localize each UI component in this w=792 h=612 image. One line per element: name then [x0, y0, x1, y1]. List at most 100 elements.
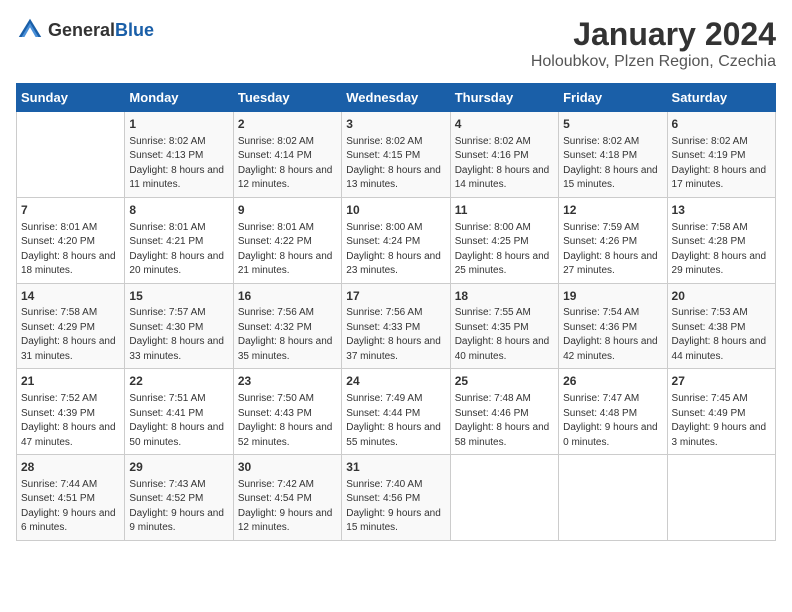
day-number: 12	[563, 202, 662, 219]
calendar-cell: 6 Sunrise: 8:02 AMSunset: 4:19 PMDaylight…	[667, 112, 775, 198]
day-number: 7	[21, 202, 120, 219]
calendar-cell: 31 Sunrise: 7:40 AMSunset: 4:56 PMDayligh…	[342, 455, 450, 541]
day-info: Sunrise: 8:01 AMSunset: 4:20 PMDaylight:…	[21, 221, 120, 279]
day-number: 16	[238, 288, 337, 305]
day-number: 30	[238, 459, 337, 476]
day-number: 13	[672, 202, 771, 219]
day-info: Sunrise: 8:02 AMSunset: 4:14 PMDaylight:…	[238, 135, 337, 193]
day-info: Sunrise: 8:02 AMSunset: 4:15 PMDaylight:…	[346, 135, 445, 193]
calendar-cell: 20Sunrise: 7:53 AMSunset: 4:38 PMDayligh…	[667, 283, 775, 369]
calendar-cell: 26Sunrise: 7:47 AMSunset: 4:48 PMDayligh…	[559, 369, 667, 455]
calendar-cell	[450, 455, 558, 541]
day-number: 3	[346, 116, 445, 133]
calendar-week-row: 7 Sunrise: 8:01 AMSunset: 4:20 PMDaylight…	[17, 197, 776, 283]
calendar-cell: 22 Sunrise: 7:51 AMSunset: 4:41 PMDayligh…	[125, 369, 233, 455]
calendar-cell: 24 Sunrise: 7:49 AMSunset: 4:44 PMDayligh…	[342, 369, 450, 455]
day-header-tuesday: Tuesday	[233, 84, 341, 112]
calendar-cell: 9 Sunrise: 8:01 AMSunset: 4:22 PMDaylight…	[233, 197, 341, 283]
day-number: 24	[346, 373, 445, 390]
calendar-table: SundayMondayTuesdayWednesdayThursdayFrid…	[16, 83, 776, 541]
day-info: Sunrise: 7:58 AMSunset: 4:28 PMDaylight:…	[672, 221, 771, 279]
day-info: Sunrise: 7:52 AMSunset: 4:39 PMDaylight:…	[21, 392, 120, 450]
day-info: Sunrise: 7:51 AMSunset: 4:41 PMDaylight:…	[129, 392, 228, 450]
day-number: 6	[672, 116, 771, 133]
day-number: 23	[238, 373, 337, 390]
calendar-cell: 30 Sunrise: 7:42 AMSunset: 4:54 PMDayligh…	[233, 455, 341, 541]
calendar-cell: 4 Sunrise: 8:02 AMSunset: 4:16 PMDaylight…	[450, 112, 558, 198]
calendar-cell: 16Sunrise: 7:56 AMSunset: 4:32 PMDayligh…	[233, 283, 341, 369]
day-number: 20	[672, 288, 771, 305]
day-info: Sunrise: 8:02 AMSunset: 4:18 PMDaylight:…	[563, 135, 662, 193]
calendar-cell	[17, 112, 125, 198]
main-title: January 2024	[531, 16, 776, 53]
calendar-cell: 7 Sunrise: 8:01 AMSunset: 4:20 PMDaylight…	[17, 197, 125, 283]
day-info: Sunrise: 7:53 AMSunset: 4:38 PMDaylight:…	[672, 306, 771, 364]
day-info: Sunrise: 8:02 AMSunset: 4:13 PMDaylight:…	[129, 135, 228, 193]
calendar-cell: 5Sunrise: 8:02 AMSunset: 4:18 PMDaylight…	[559, 112, 667, 198]
day-number: 10	[346, 202, 445, 219]
day-info: Sunrise: 7:54 AMSunset: 4:36 PMDaylight:…	[563, 306, 662, 364]
day-info: Sunrise: 8:02 AMSunset: 4:16 PMDaylight:…	[455, 135, 554, 193]
day-info: Sunrise: 8:00 AMSunset: 4:25 PMDaylight:…	[455, 221, 554, 279]
title-block: January 2024 Holoubkov, Plzen Region, Cz…	[531, 16, 776, 71]
day-info: Sunrise: 7:48 AMSunset: 4:46 PMDaylight:…	[455, 392, 554, 450]
calendar-cell: 15Sunrise: 7:57 AMSunset: 4:30 PMDayligh…	[125, 283, 233, 369]
calendar-cell: 23 Sunrise: 7:50 AMSunset: 4:43 PMDayligh…	[233, 369, 341, 455]
day-number: 27	[672, 373, 771, 390]
day-header-saturday: Saturday	[667, 84, 775, 112]
day-info: Sunrise: 8:02 AMSunset: 4:19 PMDaylight:…	[672, 135, 771, 193]
calendar-cell	[559, 455, 667, 541]
calendar-cell: 21 Sunrise: 7:52 AMSunset: 4:39 PMDayligh…	[17, 369, 125, 455]
day-info: Sunrise: 7:57 AMSunset: 4:30 PMDaylight:…	[129, 306, 228, 364]
calendar-cell: 27 Sunrise: 7:45 AMSunset: 4:49 PMDayligh…	[667, 369, 775, 455]
calendar-cell	[667, 455, 775, 541]
calendar-cell: 25 Sunrise: 7:48 AMSunset: 4:46 PMDayligh…	[450, 369, 558, 455]
calendar-week-row: 14Sunrise: 7:58 AMSunset: 4:29 PMDayligh…	[17, 283, 776, 369]
calendar-cell: 28 Sunrise: 7:44 AMSunset: 4:51 PMDayligh…	[17, 455, 125, 541]
logo: General Blue	[16, 16, 154, 44]
page-header: General Blue January 2024 Holoubkov, Plz…	[16, 16, 776, 71]
calendar-cell: 10 Sunrise: 8:00 AMSunset: 4:24 PMDayligh…	[342, 197, 450, 283]
day-number: 15	[129, 288, 228, 305]
day-number: 22	[129, 373, 228, 390]
day-number: 2	[238, 116, 337, 133]
day-header-friday: Friday	[559, 84, 667, 112]
day-info: Sunrise: 7:45 AMSunset: 4:49 PMDaylight:…	[672, 392, 771, 450]
day-number: 18	[455, 288, 554, 305]
calendar-cell: 17Sunrise: 7:56 AMSunset: 4:33 PMDayligh…	[342, 283, 450, 369]
day-info: Sunrise: 8:01 AMSunset: 4:22 PMDaylight:…	[238, 221, 337, 279]
day-number: 9	[238, 202, 337, 219]
day-info: Sunrise: 7:55 AMSunset: 4:35 PMDaylight:…	[455, 306, 554, 364]
day-info: Sunrise: 7:58 AMSunset: 4:29 PMDaylight:…	[21, 306, 120, 364]
logo-general-text: General	[48, 21, 115, 39]
day-info: Sunrise: 8:01 AMSunset: 4:21 PMDaylight:…	[129, 221, 228, 279]
day-info: Sunrise: 8:00 AMSunset: 4:24 PMDaylight:…	[346, 221, 445, 279]
day-info: Sunrise: 7:49 AMSunset: 4:44 PMDaylight:…	[346, 392, 445, 450]
day-number: 4	[455, 116, 554, 133]
calendar-header-row: SundayMondayTuesdayWednesdayThursdayFrid…	[17, 84, 776, 112]
logo-blue-text: Blue	[115, 21, 154, 39]
calendar-cell: 18Sunrise: 7:55 AMSunset: 4:35 PMDayligh…	[450, 283, 558, 369]
day-info: Sunrise: 7:50 AMSunset: 4:43 PMDaylight:…	[238, 392, 337, 450]
day-number: 21	[21, 373, 120, 390]
calendar-cell: 8 Sunrise: 8:01 AMSunset: 4:21 PMDaylight…	[125, 197, 233, 283]
day-number: 25	[455, 373, 554, 390]
day-number: 17	[346, 288, 445, 305]
day-number: 19	[563, 288, 662, 305]
day-number: 26	[563, 373, 662, 390]
day-info: Sunrise: 7:56 AMSunset: 4:33 PMDaylight:…	[346, 306, 445, 364]
day-info: Sunrise: 7:42 AMSunset: 4:54 PMDaylight:…	[238, 478, 337, 536]
day-header-monday: Monday	[125, 84, 233, 112]
day-info: Sunrise: 7:56 AMSunset: 4:32 PMDaylight:…	[238, 306, 337, 364]
calendar-cell: 14Sunrise: 7:58 AMSunset: 4:29 PMDayligh…	[17, 283, 125, 369]
day-info: Sunrise: 7:44 AMSunset: 4:51 PMDaylight:…	[21, 478, 120, 536]
day-number: 29	[129, 459, 228, 476]
day-number: 11	[455, 202, 554, 219]
day-number: 1	[129, 116, 228, 133]
day-header-wednesday: Wednesday	[342, 84, 450, 112]
day-info: Sunrise: 7:43 AMSunset: 4:52 PMDaylight:…	[129, 478, 228, 536]
day-number: 28	[21, 459, 120, 476]
day-number: 31	[346, 459, 445, 476]
day-info: Sunrise: 7:40 AMSunset: 4:56 PMDaylight:…	[346, 478, 445, 536]
day-number: 8	[129, 202, 228, 219]
